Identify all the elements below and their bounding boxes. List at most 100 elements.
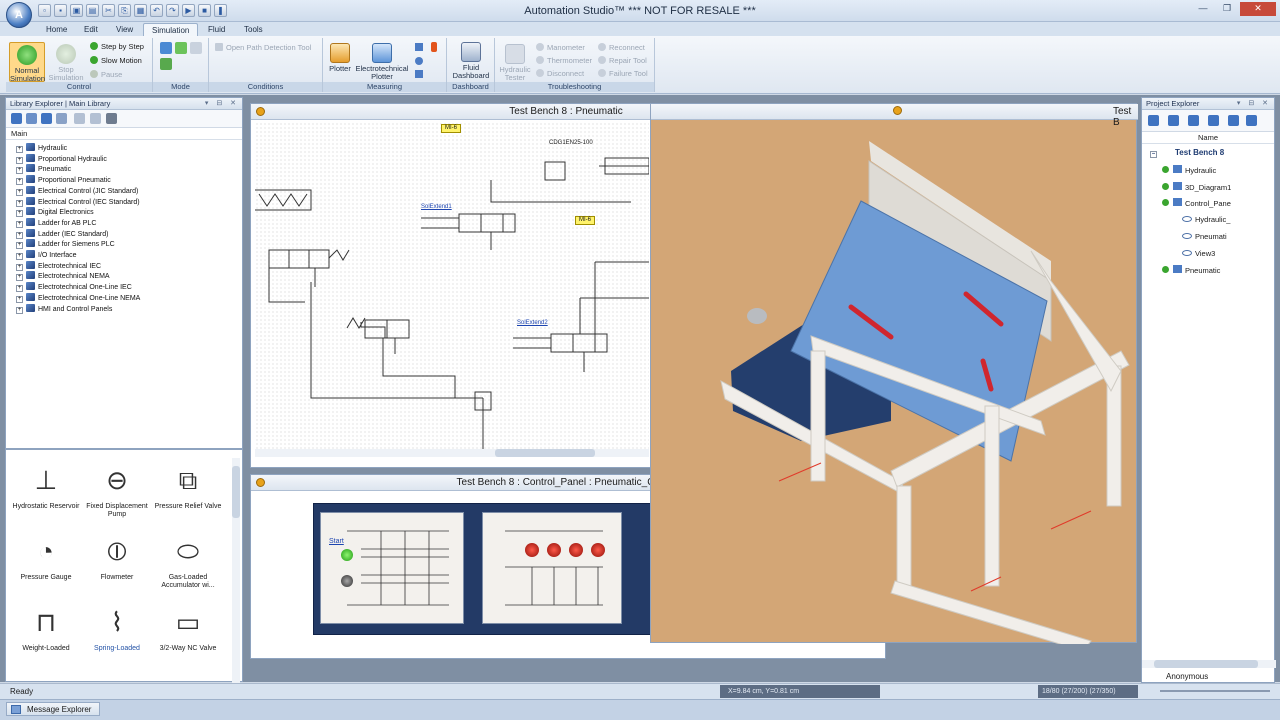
library-tool-icon-1[interactable]	[11, 113, 22, 124]
project-item[interactable]: Hydraulic_	[1182, 215, 1230, 224]
library-item[interactable]: + Digital Electronics	[16, 207, 94, 218]
expand-icon[interactable]: +	[16, 210, 23, 218]
message-explorer-tab[interactable]: Message Explorer	[6, 702, 101, 716]
pneumatic-canvas[interactable]: MI-6 CDG1EN25-100 SolExtend1 MI-6 SolExt…	[255, 122, 649, 457]
project-item[interactable]: Hydraulic	[1162, 165, 1216, 175]
tab-view[interactable]: View	[108, 23, 141, 36]
library-symbol[interactable]: ▭ 3/2-Way NC Valve	[152, 602, 224, 653]
measure-icon-2[interactable]	[431, 42, 437, 52]
mode-icon-1[interactable]	[160, 42, 172, 54]
project-tool-icon-2[interactable]	[1168, 115, 1179, 126]
normal-simulation-button[interactable]: Normal Simulation	[9, 42, 45, 83]
project-item[interactable]: Pneumatic	[1162, 265, 1220, 275]
zoom-slider[interactable]	[1160, 690, 1270, 692]
hydraulic-tester-button[interactable]: Hydraulic Tester	[498, 44, 532, 82]
library-symbol[interactable]: ◔ Pressure Gauge	[10, 531, 82, 582]
project-tool-icon-6[interactable]	[1246, 115, 1257, 126]
tab-tools[interactable]: Tools	[236, 23, 271, 36]
library-tool-icon-4[interactable]	[56, 113, 67, 124]
expand-icon[interactable]: +	[16, 242, 23, 250]
tab-simulation[interactable]: Simulation	[143, 23, 199, 36]
expand-icon[interactable]: +	[16, 306, 23, 314]
manometer-button[interactable]: Manometer	[536, 42, 585, 53]
expand-icon[interactable]: +	[16, 295, 23, 303]
expand-icon[interactable]: +	[16, 253, 23, 260]
library-item[interactable]: + Electrotechnical One-Line NEMA	[16, 292, 140, 303]
project-tool-icon-4[interactable]	[1208, 115, 1219, 126]
expand-icon[interactable]: +	[16, 274, 23, 282]
library-item[interactable]: + Electrical Control (IEC Standard)	[16, 196, 140, 207]
expand-icon[interactable]: +	[16, 178, 23, 186]
project-item[interactable]: View3	[1182, 249, 1215, 258]
measure-icon-4[interactable]	[415, 70, 423, 78]
expand-icon[interactable]: +	[16, 285, 23, 293]
tab-edit[interactable]: Edit	[76, 23, 106, 36]
reconnect-button[interactable]: Reconnect	[598, 42, 645, 53]
expand-icon[interactable]: +	[16, 220, 23, 228]
library-item[interactable]: + Electrotechnical One-Line IEC	[16, 282, 132, 293]
library-item[interactable]: + Hydraulic	[16, 143, 67, 153]
pause-button[interactable]: Pause	[90, 69, 122, 80]
library-item[interactable]: + Ladder for Siemens PLC	[16, 239, 115, 250]
panel-buttons[interactable]: ▾ ⊟ ✕	[1237, 98, 1271, 110]
measure-icon-1[interactable]	[415, 43, 423, 51]
expand-icon[interactable]: +	[16, 263, 23, 271]
library-item[interactable]: + Pneumatic	[16, 164, 71, 175]
library-symbol[interactable]: ⊖ Fixed Displacement Pump	[81, 460, 153, 519]
expand-icon[interactable]: +	[16, 146, 23, 153]
plotter-button[interactable]: Plotter	[326, 43, 354, 73]
open-path-detection-button[interactable]: Open Path Detection Tool	[215, 42, 311, 53]
library-symbol[interactable]: ⧉ Pressure Relief Valve	[152, 460, 224, 511]
library-item[interactable]: + Proportional Pneumatic	[16, 175, 111, 186]
library-tool-icon-6[interactable]	[90, 113, 101, 124]
tab-fluid[interactable]: Fluid	[200, 23, 233, 36]
library-symbol[interactable]: ⊓ Weight-Loaded	[10, 602, 82, 653]
project-root[interactable]: – Test Bench 8	[1150, 148, 1224, 158]
library-symbol[interactable]: ⦶ Flowmeter	[81, 531, 153, 582]
library-tool-icon-5[interactable]	[74, 113, 85, 124]
mi6-tag-1[interactable]: MI-6	[441, 124, 461, 133]
project-item[interactable]: Control_Pane	[1162, 198, 1231, 208]
panel-buttons[interactable]: ▾ ⊟ ✕	[205, 98, 239, 110]
project-h-scrollbar[interactable]	[1142, 660, 1276, 668]
collapse-icon[interactable]: –	[1150, 151, 1157, 158]
project-item[interactable]: Pneumati	[1182, 232, 1227, 241]
canvas-h-scrollbar[interactable]	[255, 449, 649, 457]
library-item[interactable]: + Electrotechnical NEMA	[16, 271, 110, 282]
mi6-tag-2[interactable]: MI-6	[575, 216, 595, 225]
expand-icon[interactable]: +	[16, 156, 23, 164]
expand-icon[interactable]: +	[16, 167, 23, 175]
scrollbar-thumb[interactable]	[232, 466, 240, 518]
lock-icon[interactable]	[106, 113, 117, 124]
expand-icon[interactable]: +	[16, 188, 23, 196]
library-symbol[interactable]: ⊥ Hydrostatic Reservoir	[10, 460, 82, 511]
library-item[interactable]: + Ladder for AB PLC	[16, 217, 96, 228]
library-item[interactable]: + Electrotechnical IEC	[16, 260, 101, 271]
mode-icon-2[interactable]	[175, 42, 187, 54]
measure-icon-3[interactable]	[415, 57, 423, 65]
sol-extend2-label[interactable]: SolExtend2	[517, 320, 548, 326]
symbols-scrollbar[interactable]	[232, 458, 240, 683]
library-item[interactable]: + Ladder (IEC Standard)	[16, 228, 108, 239]
project-tool-icon-1[interactable]	[1148, 115, 1159, 126]
library-item[interactable]: + Proportional Hydraulic	[16, 153, 107, 164]
h-scrollbar-thumb[interactable]	[495, 449, 595, 457]
maximize-button[interactable]: ❐	[1216, 2, 1238, 16]
sol-extend1-label[interactable]: SolExtend1	[421, 204, 452, 210]
thermometer-button[interactable]: Thermometer	[536, 55, 592, 66]
library-symbol[interactable]: ⬭ Gas-Loaded Accumulator wi...	[152, 531, 224, 590]
library-item[interactable]: + Electrical Control (JIC Standard)	[16, 185, 138, 196]
mode-icon-3[interactable]	[190, 42, 202, 54]
library-tool-icon-3[interactable]	[41, 113, 52, 124]
library-tool-icon-2[interactable]	[26, 113, 37, 124]
project-tool-icon-5[interactable]	[1228, 115, 1239, 126]
close-button[interactable]: ✕	[1240, 2, 1276, 16]
mode-icon-4[interactable]	[160, 58, 172, 70]
slow-motion-button[interactable]: Slow Motion	[90, 55, 142, 66]
library-item[interactable]: + I/O Interface	[16, 250, 77, 260]
project-item[interactable]: 3D_Diagram1	[1162, 181, 1231, 192]
step-by-step-button[interactable]: Step by Step	[90, 41, 144, 52]
app-logo[interactable]: A	[6, 2, 32, 28]
expand-icon[interactable]: +	[16, 231, 23, 239]
fluid-dashboard-button[interactable]: Fluid Dashboard	[450, 42, 492, 80]
